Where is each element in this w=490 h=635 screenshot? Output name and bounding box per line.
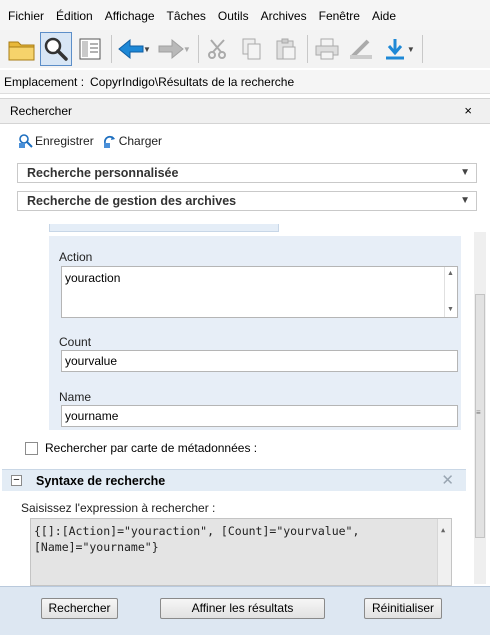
scroll-up-icon[interactable]: ▲ xyxy=(441,522,445,538)
action-value: youraction xyxy=(65,271,121,285)
back-dropdown-icon[interactable]: ▼ xyxy=(143,45,151,54)
toolbar: ▼ ▼ ▼ xyxy=(0,30,490,68)
search-expression-input[interactable]: {[]:[Action]="youraction", [Count]="your… xyxy=(30,518,452,586)
save-search-label: Enregistrer xyxy=(35,134,94,148)
name-label: Name xyxy=(59,390,92,404)
menu-bar: Fichier Édition Affichage Tâches Outils … xyxy=(0,0,490,30)
records-search-section[interactable]: Recherche de gestion des archives ▼ xyxy=(17,191,477,211)
scroll-grip-icon: ≡ xyxy=(476,408,481,417)
metadata-label: Rechercher par carte de métadonnées : xyxy=(45,441,258,455)
close-icon[interactable]: ✕ xyxy=(441,471,454,489)
load-search-icon xyxy=(103,135,115,148)
location-label: Emplacement : xyxy=(4,74,85,89)
syntax-prompt: Saisissez l'expression à rechercher : xyxy=(21,501,216,515)
download-dropdown-icon[interactable]: ▼ xyxy=(407,45,415,54)
metadata-search-row[interactable]: Rechercher par carte de métadonnées : xyxy=(25,441,257,455)
load-search-button[interactable]: Charger xyxy=(102,133,162,149)
toolbar-separator xyxy=(111,35,112,63)
toolbar-separator xyxy=(306,35,308,63)
cut-icon xyxy=(202,32,234,66)
paste-icon xyxy=(270,32,302,66)
print-icon xyxy=(311,32,343,66)
custom-search-section[interactable]: Recherche personnalisée ▼ xyxy=(17,163,477,183)
count-field[interactable]: yourvalue xyxy=(61,350,458,372)
syntax-title: Syntaxe de recherche xyxy=(36,473,166,488)
toolbar-separator xyxy=(197,35,199,63)
count-label: Count xyxy=(59,335,92,349)
menu-affichage[interactable]: Affichage xyxy=(99,0,161,30)
load-search-label: Charger xyxy=(118,134,163,148)
reset-button[interactable]: Réinitialiser xyxy=(364,598,442,619)
panel-title: Rechercher xyxy=(10,104,73,118)
records-search-label: Recherche de gestion des archives xyxy=(27,194,237,208)
scan-icon xyxy=(345,32,377,66)
document-view-icon[interactable] xyxy=(74,32,106,66)
field-group: Action youraction ▲ ▼ Count yourvalue Na… xyxy=(49,236,461,430)
menu-outils[interactable]: Outils xyxy=(212,0,255,30)
expression-scrollbar[interactable]: ▲ xyxy=(437,519,451,585)
save-search-icon xyxy=(19,134,33,148)
chevron-down-icon: ▼ xyxy=(460,195,470,206)
action-field[interactable]: youraction ▲ ▼ xyxy=(61,266,458,318)
save-load-bar: Enregistrer Charger xyxy=(18,133,170,149)
location-path[interactable]: CopyrIndigo\Résultats de la recherche xyxy=(90,75,294,89)
save-search-button[interactable]: Enregistrer xyxy=(18,133,94,149)
chevron-down-icon: ▼ xyxy=(460,167,470,178)
field-group-tab xyxy=(49,224,279,232)
custom-search-label: Recherche personnalisée xyxy=(27,166,179,180)
menu-archives[interactable]: Archives xyxy=(255,0,313,30)
close-icon[interactable]: × xyxy=(464,103,472,118)
action-button-bar: Rechercher Affiner les résultats Réiniti… xyxy=(0,586,490,635)
menu-fenetre[interactable]: Fenêtre xyxy=(313,0,366,30)
refine-results-button[interactable]: Affiner les résultats xyxy=(160,598,325,619)
folder-icon[interactable] xyxy=(6,32,38,66)
forward-dropdown-icon: ▼ xyxy=(182,44,191,54)
name-field[interactable]: yourname xyxy=(61,405,458,427)
menu-aide[interactable]: Aide xyxy=(366,0,402,30)
syntax-section-header[interactable]: − Syntaxe de recherche ✕ xyxy=(2,469,466,491)
location-bar: Emplacement : CopyrIndigo\Résultats de l… xyxy=(0,70,490,94)
metadata-checkbox[interactable] xyxy=(25,441,38,455)
toolbar-separator xyxy=(421,35,423,63)
expression-line-1: {[]:[Action]="youraction", [Count]="your… xyxy=(34,524,360,538)
menu-edition[interactable]: Édition xyxy=(50,0,99,30)
search-button[interactable]: Rechercher xyxy=(41,598,118,619)
search-panel-header: Rechercher × xyxy=(0,98,490,124)
menu-taches[interactable]: Tâches xyxy=(161,0,212,30)
copy-icon xyxy=(236,32,268,66)
scroll-up-icon[interactable]: ▲ xyxy=(447,270,454,277)
action-scrollbar[interactable]: ▲ ▼ xyxy=(444,267,457,317)
scroll-down-icon[interactable]: ▼ xyxy=(447,306,454,313)
action-label: Action xyxy=(59,250,93,264)
panel-scrollbar[interactable]: ≡ xyxy=(474,232,486,584)
search-icon[interactable] xyxy=(40,32,72,66)
expression-line-2: [Name]="yourname"} xyxy=(34,540,159,554)
menu-fichier[interactable]: Fichier xyxy=(2,0,50,30)
collapse-icon[interactable]: − xyxy=(11,475,22,486)
